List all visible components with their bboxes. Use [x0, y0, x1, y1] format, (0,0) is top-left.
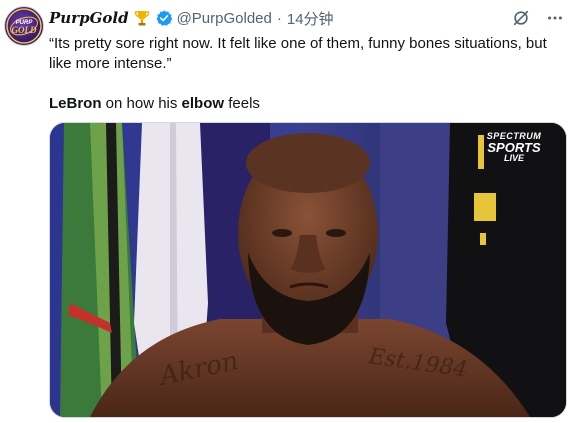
caption-end: feels — [224, 95, 260, 112]
purpgold-logo: PURP GOLD — [6, 8, 42, 44]
user-handle[interactable]: @PurpGolded — [177, 10, 272, 27]
more-icon[interactable] — [545, 8, 565, 28]
interview-photo: Akron Est.1984 — [50, 123, 566, 417]
tweet-card[interactable]: PURP GOLD PurpGold @PurpGolded · 14分钟 “I… — [0, 0, 579, 423]
timestamp[interactable]: 14分钟 — [287, 8, 334, 29]
tweet-top-actions — [511, 8, 565, 28]
grok-icon[interactable] — [511, 8, 531, 28]
caption-word: elbow — [181, 95, 225, 112]
spectrum-sportsnet-watermark: SPECTRUM SPORTS LIVE — [482, 131, 546, 164]
svg-text:GOLD: GOLD — [12, 25, 37, 35]
trophy-icon — [133, 9, 151, 27]
tweet-quote: “Its pretty sore right now. It felt like… — [49, 35, 547, 72]
caption-mid: on how his — [101, 95, 182, 112]
tweet-caption: LeBron on how his elbow feels — [49, 94, 559, 114]
display-name[interactable]: PurpGold — [49, 9, 129, 27]
tweet-header: PurpGold @PurpGolded · 14分钟 — [49, 8, 334, 28]
avatar[interactable]: PURP GOLD — [4, 6, 44, 46]
verified-badge-icon[interactable] — [155, 9, 173, 27]
separator-dot: · — [276, 9, 282, 27]
watermark-line2: SPORTS — [487, 140, 541, 155]
tweet-text: “Its pretty sore right now. It felt like… — [49, 34, 559, 114]
tweet-media-image[interactable]: Akron Est.1984 SPECTRUM SPORTS LIVE — [49, 122, 567, 418]
caption-name: LeBron — [49, 95, 102, 112]
